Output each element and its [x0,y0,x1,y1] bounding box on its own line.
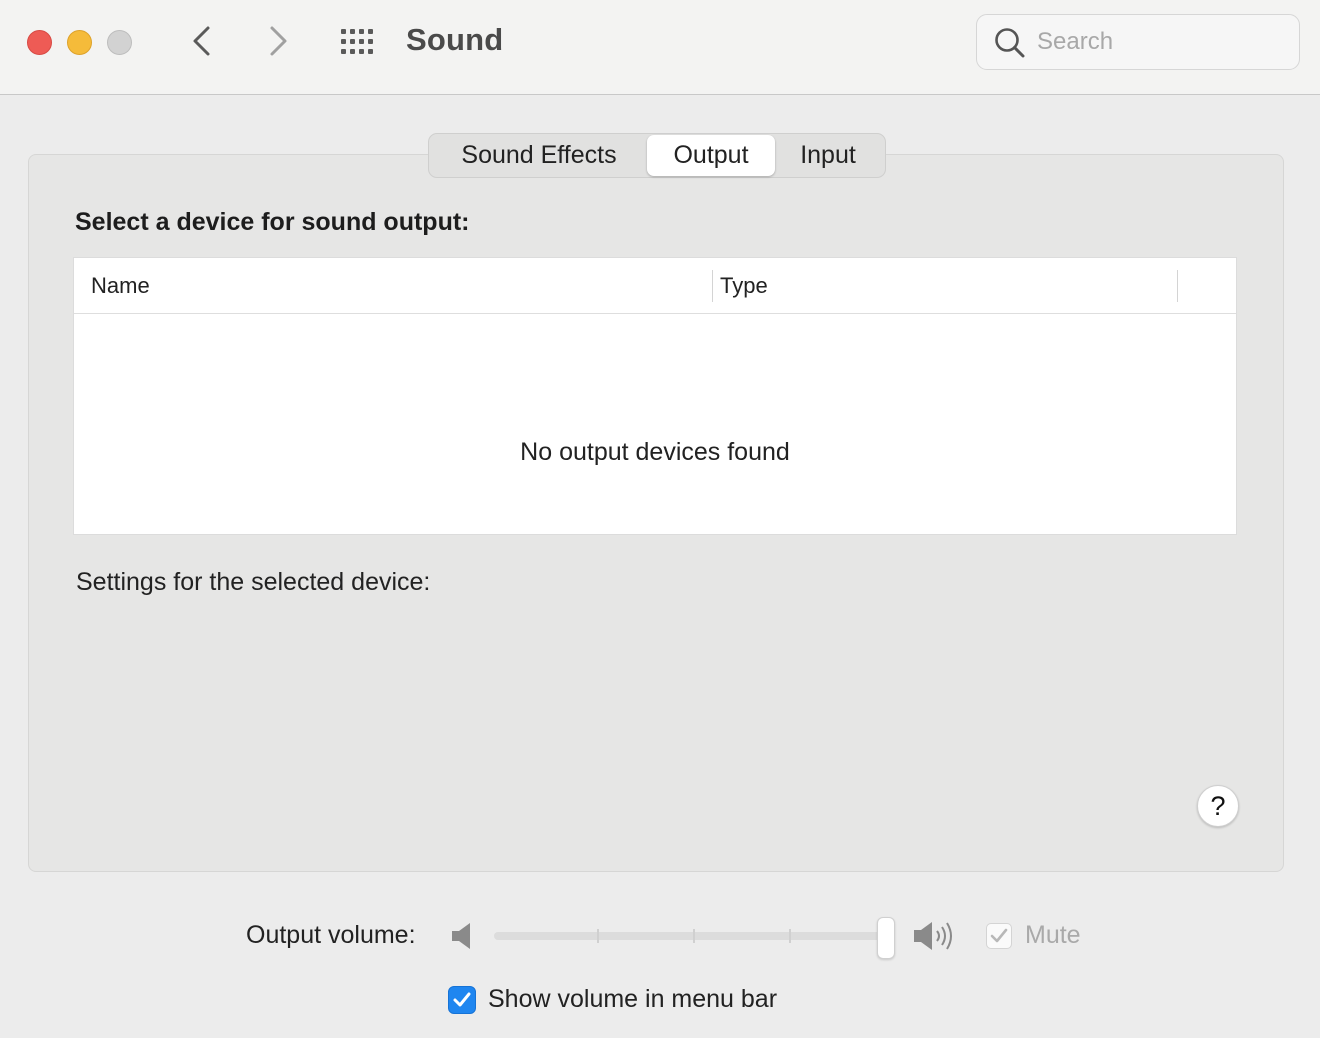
help-button[interactable]: ? [1197,785,1239,827]
output-volume-slider[interactable] [494,932,887,940]
output-volume-label: Output volume: [246,921,416,949]
speaker-high-icon [914,922,952,950]
grid-icon [341,29,373,54]
slider-tick [789,929,791,943]
table-header: Name Type [74,258,1236,314]
minimize-window-button[interactable] [67,30,92,55]
back-button[interactable] [186,24,220,58]
window-title: Sound [406,22,504,57]
tab-input[interactable]: Input [775,135,881,176]
mute-label: Mute [1025,921,1081,949]
mute-checkbox[interactable] [986,923,1012,949]
show-all-button[interactable] [339,27,379,57]
forward-button[interactable] [260,24,294,58]
search-field[interactable] [976,14,1300,70]
tab-output[interactable]: Output [647,135,775,176]
output-device-table[interactable]: Name Type No output devices found [73,257,1237,535]
chevron-right-icon [270,26,287,56]
speaker-low-icon [452,923,470,949]
tab-sound-effects[interactable]: Sound Effects [431,135,647,176]
slider-tick [693,929,695,943]
show-volume-in-menu-bar-label: Show volume in menu bar [488,985,778,1013]
magnifier-icon [995,28,1025,58]
zoom-window-button[interactable] [107,30,132,55]
show-volume-in-menu-bar-checkbox[interactable] [448,986,476,1014]
empty-state-message: No output devices found [520,438,790,466]
checkmark-icon [990,928,1008,943]
slider-tick [597,929,599,943]
title-bar: Sound [0,0,1320,95]
column-header-type[interactable]: Type [720,273,768,299]
column-header-name[interactable]: Name [91,273,150,299]
section-title: Select a device for sound output: [75,208,470,236]
search-input[interactable] [1037,23,1287,61]
settings-label: Settings for the selected device: [76,568,431,596]
column-divider[interactable] [712,270,713,302]
close-window-button[interactable] [27,30,52,55]
chevron-left-icon [193,26,210,56]
tab-bar: Sound Effects Output Input [428,133,886,178]
volume-slider-thumb[interactable] [877,917,895,959]
column-divider[interactable] [1177,270,1178,302]
checkmark-icon [453,992,471,1007]
